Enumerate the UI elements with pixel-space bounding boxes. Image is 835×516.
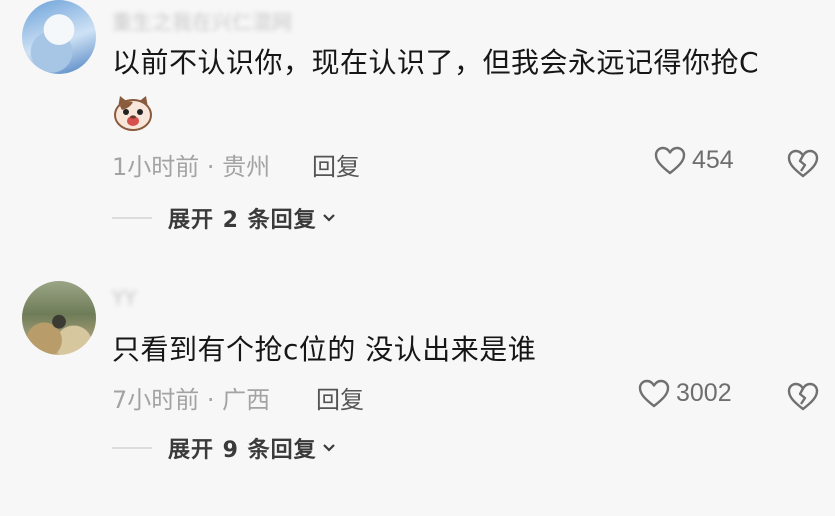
- avatar[interactable]: [22, 0, 96, 74]
- avatar[interactable]: [22, 281, 96, 355]
- reply-button[interactable]: 回复: [312, 147, 360, 182]
- divider-line: [112, 217, 152, 219]
- like-count: 454: [692, 146, 734, 174]
- comment-time-location: 1小时前 · 贵州: [112, 153, 271, 181]
- broken-heart-icon[interactable]: [786, 148, 820, 178]
- username[interactable]: 重生之我在兴仁混网: [112, 6, 292, 35]
- chevron-down-icon: [322, 214, 335, 222]
- chevron-down-icon: [322, 444, 335, 452]
- username[interactable]: YY: [112, 286, 136, 310]
- reply-button[interactable]: 回复: [316, 380, 364, 415]
- comment-text: 以前不认识你，现在认识了，但我会永远记得你抢C: [112, 46, 760, 79]
- expand-replies-label: 展开 9 条回复: [168, 438, 317, 463]
- comment-text: 只看到有个抢c位的 没认出来是谁: [112, 333, 537, 366]
- cat-face-emoji-icon: [114, 96, 152, 131]
- divider-line: [112, 447, 152, 449]
- like-count: 3002: [676, 379, 732, 407]
- heart-outline-icon: [654, 146, 686, 175]
- comment-time-location: 7小时前 · 广西: [112, 386, 271, 414]
- like-button[interactable]: 454: [654, 146, 734, 175]
- broken-heart-icon[interactable]: [786, 381, 820, 411]
- expand-replies-label: 展开 2 条回复: [168, 208, 317, 233]
- heart-outline-icon: [638, 379, 670, 408]
- like-button[interactable]: 3002: [638, 379, 732, 408]
- expand-replies-button[interactable]: 展开 2 条回复: [112, 202, 337, 234]
- expand-replies-button[interactable]: 展开 9 条回复: [112, 432, 337, 464]
